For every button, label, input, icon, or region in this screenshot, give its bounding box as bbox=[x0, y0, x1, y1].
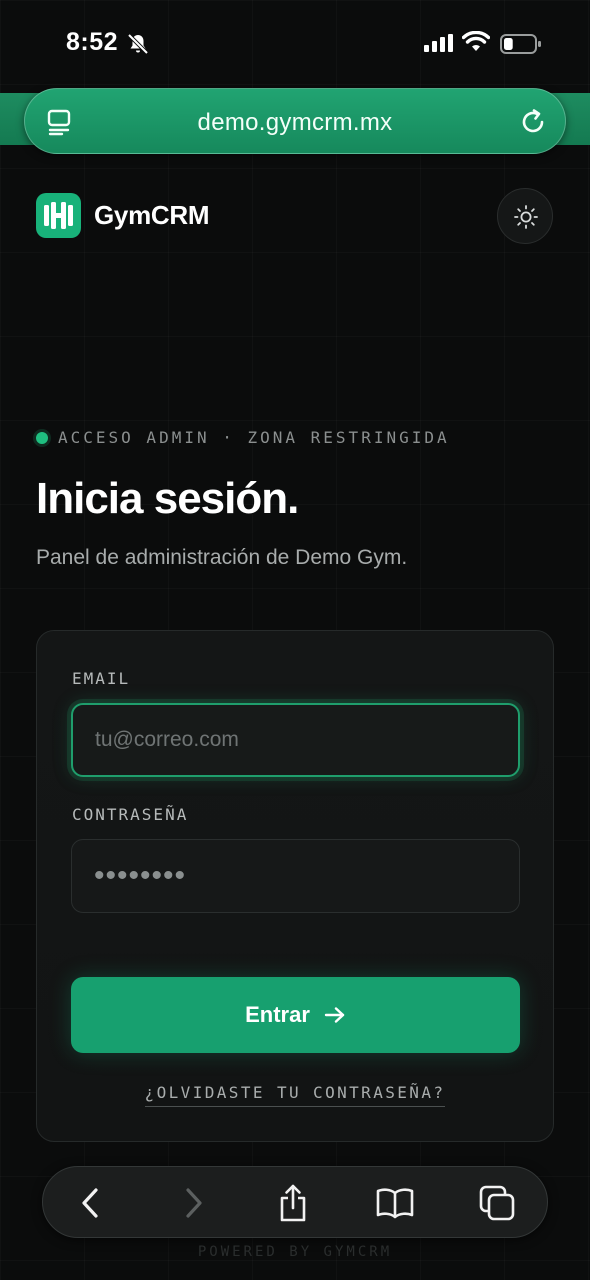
bookmarks-button[interactable] bbox=[373, 1181, 417, 1225]
dumbbell-icon bbox=[44, 202, 73, 229]
url-bar[interactable]: demo.gymcrm.mx bbox=[24, 88, 566, 154]
share-icon bbox=[280, 1184, 306, 1222]
brand-name: GymCRM bbox=[94, 200, 210, 230]
password-label: CONTRASEÑA bbox=[72, 805, 189, 824]
back-button[interactable] bbox=[69, 1181, 113, 1225]
tabs-button[interactable] bbox=[475, 1181, 519, 1225]
cellular-signal-icon bbox=[424, 34, 453, 52]
access-eyebrow: ACCESO ADMIN · ZONA RESTRINGIDA bbox=[36, 428, 450, 447]
login-button-label: Entrar bbox=[245, 1002, 310, 1027]
forgot-password-row: ¿OLVIDASTE TU CONTRASEÑA? bbox=[37, 1083, 553, 1107]
powered-by-footer: POWERED BY GYMCRM bbox=[197, 1244, 393, 1260]
login-card: EMAIL CONTRASEÑA Entrar ¿OLVIDASTE TU CO… bbox=[36, 630, 554, 1142]
forward-button[interactable] bbox=[171, 1181, 215, 1225]
forgot-password-link[interactable]: ¿OLVIDASTE TU CONTRASEÑA? bbox=[144, 1083, 446, 1107]
status-dot bbox=[36, 431, 48, 444]
reload-icon[interactable] bbox=[519, 108, 547, 136]
email-field[interactable] bbox=[71, 703, 520, 777]
wifi-icon bbox=[462, 31, 490, 51]
back-icon bbox=[82, 1188, 98, 1218]
theme-toggle-button[interactable] bbox=[497, 188, 553, 244]
forward-icon bbox=[186, 1188, 202, 1218]
page-subtitle: Panel de administración de Demo Gym. bbox=[36, 546, 408, 569]
status-time: 8:52 bbox=[66, 28, 119, 56]
bell-off-icon bbox=[127, 33, 149, 55]
eyebrow-text: ACCESO ADMIN · ZONA RESTRINGIDA bbox=[58, 428, 450, 447]
login-button[interactable]: Entrar bbox=[71, 977, 520, 1053]
page-title: Inicia sesión. bbox=[36, 474, 299, 523]
arrow-right-icon bbox=[324, 1007, 345, 1023]
sun-icon bbox=[514, 205, 538, 229]
email-label: EMAIL bbox=[72, 669, 131, 688]
tabs-icon bbox=[479, 1185, 515, 1221]
bookmarks-icon bbox=[376, 1188, 414, 1219]
battery-icon bbox=[500, 34, 541, 54]
share-button[interactable] bbox=[271, 1181, 315, 1225]
url-text[interactable]: demo.gymcrm.mx bbox=[25, 109, 565, 137]
browser-toolbar bbox=[42, 1166, 548, 1238]
password-field[interactable] bbox=[71, 839, 520, 913]
logo[interactable] bbox=[36, 193, 81, 238]
status-bar: 8:52 bbox=[0, 0, 590, 90]
